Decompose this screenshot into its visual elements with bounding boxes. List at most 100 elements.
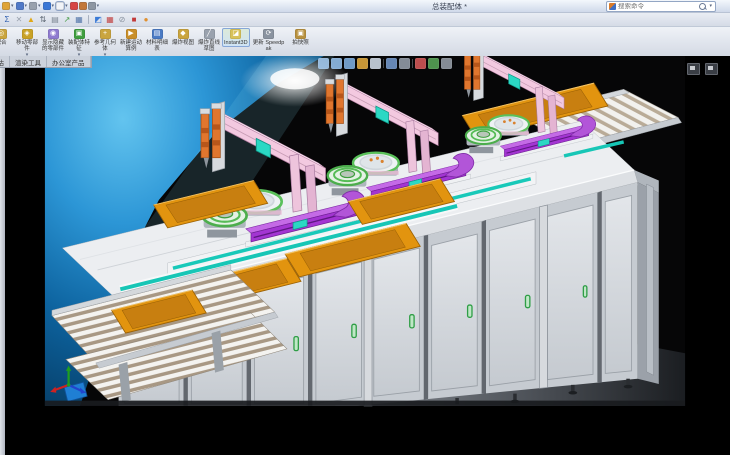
- ribbon-button[interactable]: ╱ 爆炸直线草图 ▾: [196, 28, 222, 53]
- command-manager-tabs: 评估 渲染工具 办公室产品: [0, 56, 92, 68]
- window-title: 总装配体 *: [432, 1, 467, 12]
- quick-access-button[interactable]: ▾: [70, 2, 78, 10]
- disable-icon[interactable]: ⊘: [117, 15, 127, 25]
- search-icon[interactable]: [699, 3, 706, 10]
- print-icon: [29, 2, 37, 10]
- search-input[interactable]: [618, 3, 697, 10]
- ribbon-button-label: 爆炸视图: [172, 40, 194, 46]
- display-style-icon[interactable]: [386, 58, 397, 69]
- apply-scene-icon[interactable]: [428, 58, 439, 69]
- swatch-icon[interactable]: ■: [129, 15, 139, 25]
- view-settings-icon[interactable]: [441, 58, 452, 69]
- ribbon-button-label: 配合: [0, 40, 12, 46]
- ribbon-button-icon: ╱: [204, 29, 215, 39]
- ribbon-button-label: 爆炸直线草图: [198, 40, 220, 52]
- ribbon-button-label: 显示隐藏的零部件: [42, 40, 64, 52]
- ribbon-button-label: 新建运动算例: [120, 40, 142, 52]
- expand-panel-icon[interactable]: [687, 63, 700, 75]
- warning-icon[interactable]: ▲: [26, 15, 36, 25]
- ribbon-button-label: 更新 Speedpak: [252, 40, 286, 52]
- graphics-area[interactable]: 评估 渲染工具 办公室产品: [0, 56, 730, 455]
- dropdown-caret-icon[interactable]: ▾: [52, 4, 55, 9]
- cabinet-end-panel: [605, 195, 631, 373]
- render-icon[interactable]: ●: [141, 15, 151, 25]
- dropdown-caret-icon[interactable]: ▾: [65, 4, 68, 9]
- options-icon: [88, 2, 96, 10]
- ribbon-button-label: 参考几何体: [94, 40, 116, 52]
- ribbon-button[interactable]: ◪ Instant3D ▾: [222, 28, 250, 47]
- motion-icon[interactable]: ◩: [93, 15, 103, 25]
- trim-icon[interactable]: ✕: [14, 15, 24, 25]
- ribbon-button-icon: ◈: [22, 29, 33, 39]
- ribbon-button[interactable]: ▣ 拍快照 ▾: [288, 28, 314, 47]
- ribbon-button-icon: ◎: [0, 29, 7, 39]
- undo-icon: [43, 2, 51, 10]
- quick-access-button[interactable]: ▾: [29, 2, 42, 10]
- ribbon-button[interactable]: ▶ 新建运动算例 ▾: [118, 28, 144, 53]
- collapse-panel-icon[interactable]: [705, 63, 718, 75]
- quick-access-button[interactable]: ▾: [43, 2, 56, 10]
- ribbon-button[interactable]: ◎ 配合 ▾: [0, 28, 14, 47]
- ribbon-button-icon: ◉: [48, 29, 59, 39]
- ribbon-button[interactable]: ◉ 显示隐藏的零部件 ▾: [40, 28, 66, 53]
- quick-access-button[interactable]: ▾: [79, 2, 87, 10]
- ribbon-button[interactable]: ▣ 装配体特征 ▾: [66, 28, 92, 58]
- ribbon-button[interactable]: ◈ 移动零部件 ▾: [14, 28, 40, 58]
- standard-toolbar: Σ ✕ ▲ ⇅ ▤ ↗ ▦ ◩ ▦ ⊘ ■ ●: [0, 13, 730, 27]
- grid-icon[interactable]: ▦: [105, 15, 115, 25]
- command-manager-ribbon: ◎ 配合 ▾ ◈ 移动零部件 ▾ ◉ 显示隐藏的零部件 ▾ ▣ 装配体特征 ▾: [0, 27, 730, 58]
- quick-access-button[interactable]: ▾: [16, 2, 29, 10]
- solidworks-logo-icon: [609, 3, 616, 10]
- reorder-icon[interactable]: ⇅: [38, 15, 48, 25]
- feature-tree-splitter[interactable]: [0, 67, 5, 455]
- bottom-strip: [45, 401, 685, 406]
- zoom-fit-icon[interactable]: [318, 58, 329, 69]
- ribbon-tab[interactable]: 评估: [0, 56, 10, 67]
- quick-access-button[interactable]: ▾: [88, 2, 101, 10]
- heads-up-view-toolbar: [318, 58, 452, 69]
- ribbon-button[interactable]: ▤ 材料明细表 ▾: [144, 28, 170, 53]
- dropdown-caret-icon[interactable]: ▾: [97, 4, 100, 9]
- rebuild-icon: [70, 2, 78, 10]
- separator[interactable]: [412, 59, 413, 68]
- separator[interactable]: [383, 59, 384, 68]
- quick-access-button[interactable]: ▾: [2, 2, 15, 10]
- select-cursor-icon: [56, 2, 64, 10]
- assembly-3d-scene[interactable]: [0, 56, 730, 455]
- hide-show-items-icon[interactable]: [399, 58, 410, 69]
- command-search-box[interactable]: ▾: [606, 1, 716, 12]
- quick-access-toolbar: ▾ ▾ ▾ ▾ ▾: [2, 2, 100, 10]
- ribbon-button[interactable]: ◆ 爆炸视图 ▾: [170, 28, 196, 47]
- search-dropdown-caret-icon[interactable]: ▾: [709, 4, 712, 9]
- ribbon-button-icon: +: [100, 29, 111, 39]
- ribbon-button-icon: ▤: [152, 29, 163, 39]
- dropdown-caret-icon[interactable]: ▾: [11, 4, 14, 9]
- equations-icon[interactable]: Σ: [2, 15, 12, 25]
- ribbon-button-label: 移动零部件: [16, 40, 38, 52]
- ribbon-button-icon: ▣: [295, 29, 306, 39]
- ribbon-button[interactable]: ⟳ 更新 Speedpak ▾: [250, 28, 288, 53]
- ribbon-button-label: 材料明细表: [146, 40, 168, 52]
- file-properties-icon: [79, 2, 87, 10]
- previous-view-icon[interactable]: [344, 58, 355, 69]
- ribbon-button-label: Instant3D: [224, 40, 248, 46]
- export-icon[interactable]: ↗: [62, 15, 72, 25]
- view-orientation-icon[interactable]: [370, 58, 381, 69]
- paste-icon[interactable]: ▤: [50, 15, 60, 25]
- ribbon-tab[interactable]: 办公室产品: [47, 56, 91, 67]
- dropdown-caret-icon[interactable]: ▾: [38, 4, 41, 9]
- quick-access-button[interactable]: ▾: [56, 2, 69, 10]
- solidworks-window: ▾ ▾ ▾ ▾ ▾: [0, 0, 730, 455]
- separator[interactable]: [88, 15, 89, 24]
- ribbon-button-icon: ▣: [74, 29, 85, 39]
- ribbon-button[interactable]: + 参考几何体 ▾: [92, 28, 118, 58]
- display-settings-icon[interactable]: ▦: [74, 15, 84, 25]
- ribbon-button-icon: ◆: [178, 29, 189, 39]
- open-icon: [2, 2, 10, 10]
- ribbon-tab[interactable]: 渲染工具: [10, 56, 47, 67]
- dropdown-caret-icon[interactable]: ▾: [25, 4, 28, 9]
- edit-appearance-icon[interactable]: [415, 58, 426, 69]
- zoom-area-icon[interactable]: [331, 58, 342, 69]
- section-view-icon[interactable]: [357, 58, 368, 69]
- ribbon-button-icon: ◪: [230, 29, 241, 39]
